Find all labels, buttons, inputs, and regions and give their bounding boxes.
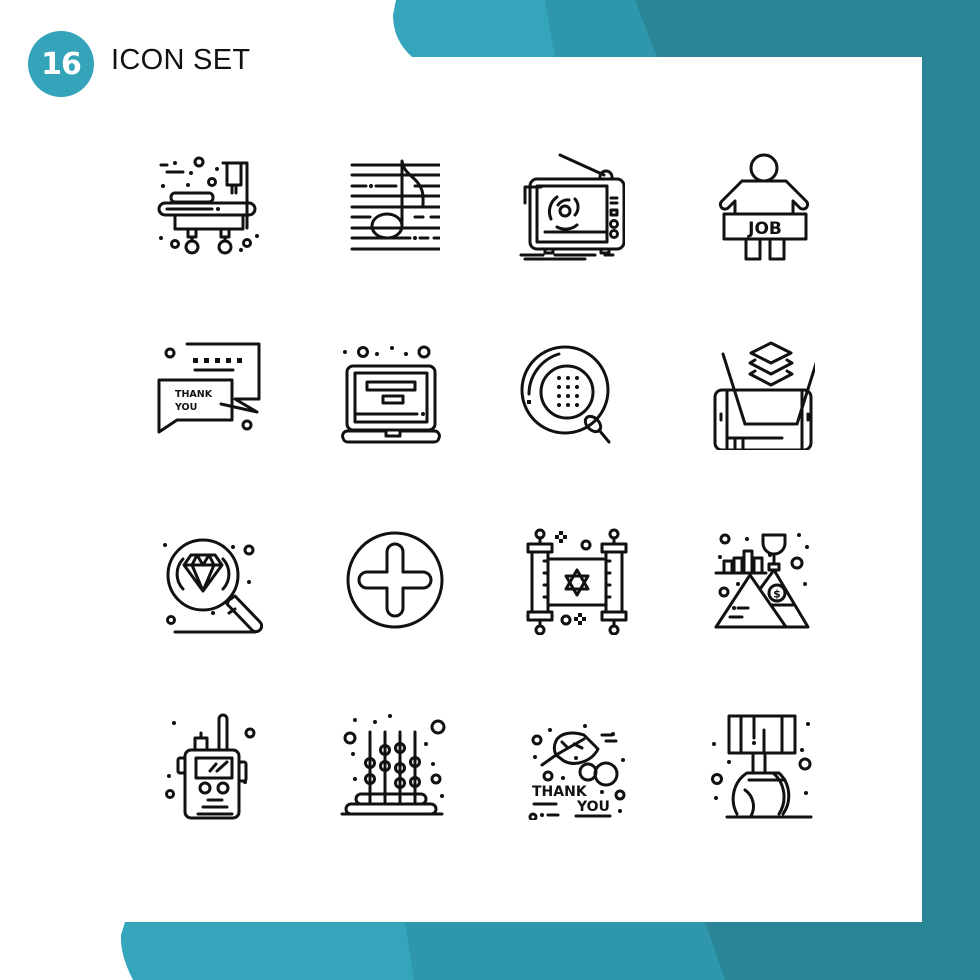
egg-sperm-icon [515,340,625,450]
you-text: YOU [174,402,197,413]
thank-text: THANK [532,784,588,800]
you-text: YOU [576,799,610,815]
music-note-icon [330,153,440,263]
dollar-sign-text: $ [773,588,781,601]
torah-scroll-icon [520,525,630,635]
smartphone-hologram-layers-icon [705,340,815,450]
hospital-stretcher-icon [153,153,263,263]
walkie-talkie-icon [153,710,263,820]
table-lamp-icon [705,710,815,820]
thank-text: THANK [175,389,213,400]
count-badge: 16 [28,31,94,97]
page-title: ICON SET [111,44,251,76]
right-strip [922,0,980,980]
plus-circle-icon [340,525,450,635]
thank-you-chat-icon: THANK YOU [153,340,263,450]
abacus-icon [340,710,450,820]
job-sign-text: JOB [747,219,782,239]
job-seeker-icon: JOB [710,153,820,263]
retro-tv-icon [515,153,625,263]
laptop-icon [335,340,445,450]
bottom-band-dark [705,922,980,980]
diamond-search-icon [153,525,263,635]
thank-you-leaf-icon: THANK YOU [520,710,630,820]
mountain-trophy-success-icon: $ [710,525,820,635]
